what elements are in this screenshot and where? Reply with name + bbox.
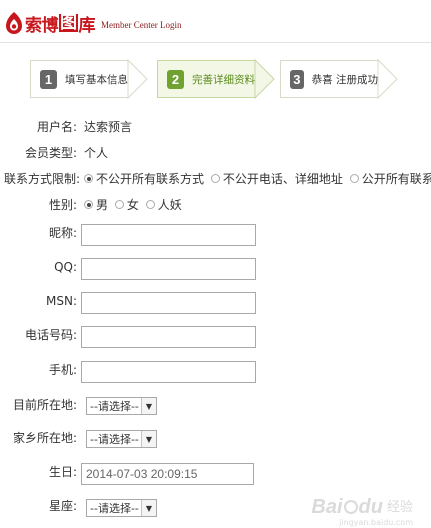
radio-button[interactable]	[349, 174, 359, 183]
privacy-option-show-all[interactable]: 公开所有联系方	[349, 172, 431, 186]
hometown-select[interactable]: --请选择-- ▼	[86, 430, 157, 448]
select-value: --请选择--	[90, 502, 139, 515]
contact-privacy-row: 联系方式限制: 不公开所有联系方式 不公开电话、详细地址 公开所有联系方	[0, 168, 431, 190]
current-location-label: 目前所在地:	[12, 398, 77, 412]
site-logo[interactable]: 索 博 图 库 Member Center Login	[4, 8, 181, 38]
member-type-row: 会员类型: 个人	[0, 142, 431, 164]
qq-label: QQ:	[54, 260, 77, 274]
gender-label: 性别:	[48, 198, 77, 212]
qq-input[interactable]	[81, 258, 256, 280]
logo-text: 索 博 图 库	[25, 11, 95, 36]
option-label: 人妖	[157, 198, 182, 212]
msn-input[interactable]	[81, 292, 256, 314]
birthday-label: 生日:	[48, 465, 77, 479]
mobile-label: 手机:	[48, 363, 77, 377]
contact-privacy-label: 联系方式限制:	[3, 172, 80, 186]
current-location-select[interactable]: --请选择-- ▼	[86, 397, 157, 415]
zodiac-label: 星座:	[48, 499, 77, 513]
option-label: 女	[126, 198, 139, 212]
option-label: 不公开电话、详细地址	[222, 172, 343, 186]
mobile-input[interactable]	[81, 361, 256, 383]
watermark-brand-2: du	[358, 495, 383, 518]
option-label: 公开所有联系方	[361, 172, 431, 186]
logo-part-2: 博	[41, 15, 59, 36]
logo-part-1: 索	[25, 15, 42, 36]
contact-privacy-options: 不公开所有联系方式 不公开电话、详细地址 公开所有联系方	[84, 168, 431, 190]
radio-button[interactable]	[145, 200, 155, 209]
radio-button[interactable]	[210, 174, 220, 183]
baidu-jingyan-watermark: Bai du 经验 jingyan.baidu.com	[311, 494, 413, 528]
username-row: 用户名: 达索预言	[0, 116, 431, 138]
hometown-row: 家乡所在地:	[0, 427, 431, 449]
paw-icon	[343, 500, 358, 514]
msn-label: MSN:	[46, 294, 77, 308]
chevron-down-icon[interactable]: ▼	[140, 500, 156, 516]
option-label: 不公开所有联系方式	[96, 172, 205, 186]
radio-button[interactable]	[84, 174, 93, 183]
chevron-down-icon[interactable]: ▼	[140, 398, 156, 414]
username-label: 用户名:	[36, 120, 77, 134]
nickname-input[interactable]	[81, 224, 256, 246]
watermark-url: jingyan.baidu.com	[339, 518, 413, 527]
step-arrows	[127, 58, 398, 100]
watermark-cn: 经验	[386, 499, 413, 515]
nickname-label: 昵称:	[48, 226, 77, 240]
gender-row: 性别: 男 女 人妖	[0, 194, 431, 216]
member-type-value: 个人	[84, 146, 109, 160]
gender-option-female[interactable]: 女	[114, 198, 139, 212]
option-label: 男	[96, 198, 109, 212]
gender-options: 男 女 人妖	[84, 194, 185, 216]
logo-mark-icon	[4, 11, 24, 35]
select-value: --请选择--	[90, 400, 139, 413]
site-header: 索 博 图 库 Member Center Login	[0, 0, 431, 44]
hometown-label: 家乡所在地:	[12, 431, 77, 445]
radio-button[interactable]	[114, 200, 124, 209]
birthday-input[interactable]: 2014-07-03 20:09:15	[81, 463, 254, 485]
logo-subtitle: Member Center Login	[101, 20, 182, 30]
logo-part-3: 图	[59, 13, 78, 33]
radio-button[interactable]	[84, 200, 93, 209]
member-type-label: 会员类型:	[24, 146, 77, 160]
logo-part-4: 库	[78, 15, 96, 36]
phone-input[interactable]	[81, 326, 256, 348]
watermark-brand: Bai	[311, 495, 343, 518]
select-value: --请选择--	[90, 433, 139, 446]
gender-option-other[interactable]: 人妖	[145, 198, 182, 212]
username-value: 达索预言	[84, 120, 133, 134]
chevron-down-icon[interactable]: ▼	[140, 431, 156, 447]
current-location-row: 目前所在地:	[0, 394, 431, 416]
gender-option-male[interactable]: 男	[84, 198, 108, 212]
privacy-option-hide-all[interactable]: 不公开所有联系方式	[84, 172, 204, 186]
zodiac-select[interactable]: --请选择-- ▼	[86, 499, 157, 517]
phone-label: 电话号码:	[24, 328, 77, 342]
privacy-option-hide-phone-address[interactable]: 不公开电话、详细地址	[210, 172, 343, 186]
header-divider	[0, 42, 431, 43]
